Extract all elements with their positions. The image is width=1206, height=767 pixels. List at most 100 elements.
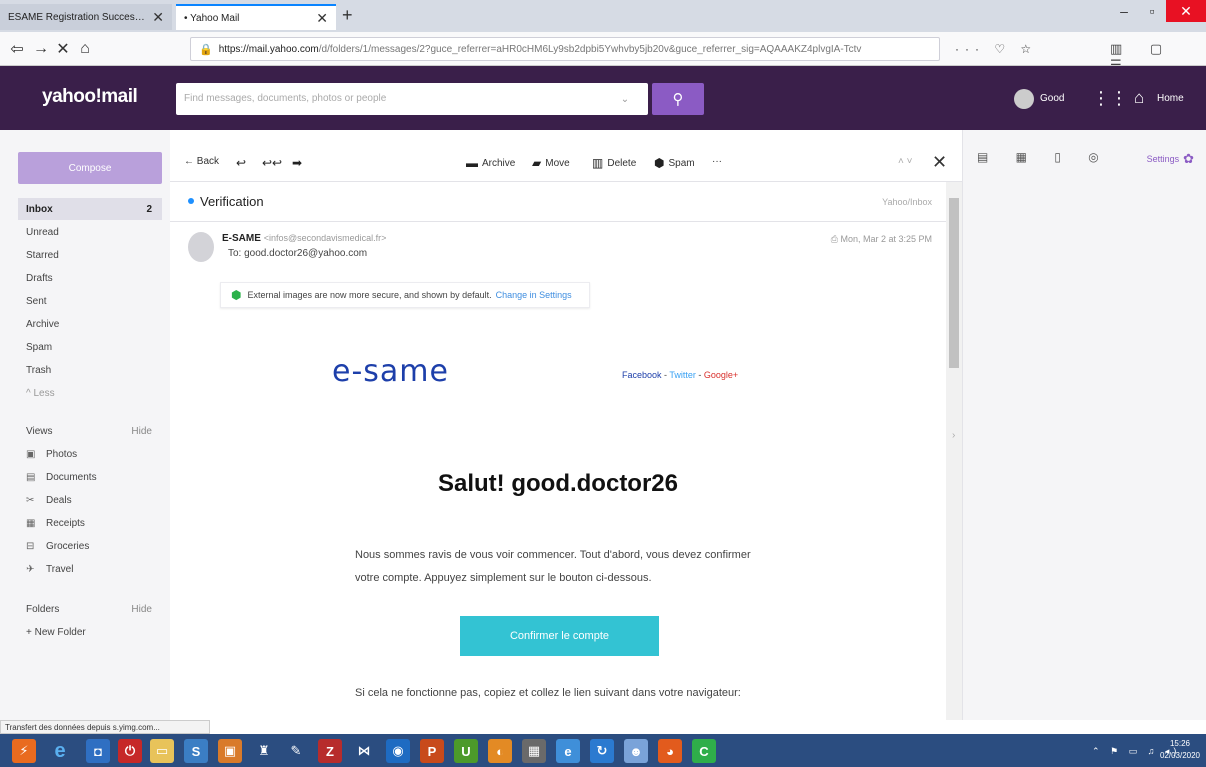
minimize-icon[interactable]: –: [1110, 0, 1138, 22]
close-tab-icon[interactable]: ✕: [316, 10, 328, 27]
network-app-icon[interactable]: ♜: [252, 739, 276, 763]
lock-icon: 🔒: [199, 43, 213, 56]
filezilla-icon[interactable]: Z: [318, 739, 342, 763]
sidebar-item-deals[interactable]: ✂ Deals: [18, 489, 162, 511]
sidebar-item-archive[interactable]: Archive: [18, 313, 162, 335]
change-settings-link[interactable]: Change in Settings: [496, 290, 572, 300]
url-bar[interactable]: 🔒 https://mail.yahoo.com /d/folders/1/me…: [190, 37, 940, 61]
edge-icon[interactable]: e: [556, 739, 580, 763]
archive-label: Archive: [482, 157, 516, 169]
apps-grid-icon[interactable]: ⋮⋮: [1092, 88, 1128, 109]
move-button[interactable]: ▰ Move: [532, 156, 570, 170]
close-tab-icon[interactable]: ✕: [152, 9, 164, 26]
stop-icon[interactable]: ✕: [52, 38, 74, 60]
basket-icon: ⊟: [26, 540, 35, 552]
user-name[interactable]: Good: [1040, 93, 1064, 104]
browser-tab-strip: ESAME Registration Successful ✕ • Yahoo …: [0, 0, 1206, 32]
sender-name: E-SAME: [222, 233, 261, 244]
calc-icon[interactable]: ▦: [522, 739, 546, 763]
message-toolbar: ← Back ↩ ↩↩ ➡ ▬ Archive ▰ Move ▥ Delete ⬢ Sp…: [170, 146, 962, 182]
scrollbar-thumb[interactable]: [949, 198, 959, 368]
new-tab-button[interactable]: +: [342, 5, 353, 26]
new-folder-button[interactable]: + New Folder: [18, 621, 162, 643]
sidebar-item-groceries[interactable]: ⊟ Groceries: [18, 535, 162, 557]
home-link[interactable]: Home: [1157, 93, 1184, 104]
p-app-icon[interactable]: P: [420, 739, 444, 763]
power-icon[interactable]: ⏻: [118, 739, 142, 763]
yahoo-mail-logo[interactable]: yahoo!mail: [42, 86, 138, 108]
folders-hide-link[interactable]: Hide: [131, 604, 152, 615]
sidebar-item-documents[interactable]: ▤ Documents: [18, 466, 162, 488]
settings-label: Settings: [1146, 154, 1180, 164]
avatar[interactable]: [1014, 89, 1034, 109]
browser-tab-esame[interactable]: ESAME Registration Successful ✕: [0, 4, 172, 30]
browser-tab-yahoo-mail[interactable]: • Yahoo Mail ✕: [176, 4, 336, 30]
archive-icon: ▬: [466, 156, 478, 170]
settings-button[interactable]: Settings ✿: [1147, 151, 1194, 167]
chevron-right-icon[interactable]: ›: [952, 430, 955, 441]
unread-dot-icon: [188, 198, 194, 204]
skype-icon[interactable]: S: [184, 739, 208, 763]
back-button[interactable]: ← Back: [184, 156, 219, 167]
clock[interactable]: 15:26 02/03/2020: [1158, 738, 1202, 762]
contacts-icon[interactable]: ▤ ▦ ▯ ◎: [977, 150, 1111, 164]
sidebar-item-starred[interactable]: Starred: [18, 244, 162, 266]
folder-icon: ▰: [532, 156, 542, 170]
search-button[interactable]: ⚲: [652, 83, 704, 115]
forward-icon[interactable]: ➡: [292, 156, 306, 170]
reply-all-icon[interactable]: ↩↩: [262, 156, 286, 170]
close-message-icon[interactable]: ✕: [932, 152, 947, 173]
sidebar-item-sent[interactable]: Sent: [18, 290, 162, 312]
home-icon[interactable]: ⌂: [1134, 88, 1144, 108]
firefox-icon[interactable]: ◕: [658, 739, 682, 763]
sidebar-item-receipts[interactable]: ▦ Receipts: [18, 512, 162, 534]
reply-icon[interactable]: ↩: [236, 156, 250, 170]
camtasia-icon[interactable]: C: [692, 739, 716, 763]
pen-app-icon[interactable]: ✎: [284, 739, 308, 763]
image-app-icon[interactable]: ▣: [218, 739, 242, 763]
move-label: Move: [545, 157, 570, 169]
prev-next-icon[interactable]: ˄ ˅: [898, 156, 912, 167]
chrome-icon[interactable]: ◐: [488, 739, 512, 763]
search-input[interactable]: Find messages, documents, photos or peop…: [176, 83, 648, 115]
email-fallback-text: Si cela ne fonctionne pas, copiez et col…: [355, 687, 741, 699]
start-icon[interactable]: ⚡: [12, 739, 36, 763]
sidebar-item-trash[interactable]: Trash: [18, 359, 162, 381]
maximize-icon[interactable]: ▫: [1138, 0, 1166, 22]
sidebar-item-spam[interactable]: Spam: [18, 336, 162, 358]
u-app-icon[interactable]: U: [454, 739, 478, 763]
forward-arrow-icon[interactable]: →: [30, 38, 52, 60]
google-link[interactable]: Google+: [704, 370, 738, 380]
delete-button[interactable]: ▥ Delete: [592, 156, 636, 170]
chevron-down-icon[interactable]: ⌄: [610, 84, 640, 114]
sidebar-item-drafts[interactable]: Drafts: [18, 267, 162, 289]
views-hide-link[interactable]: Hide: [131, 426, 152, 437]
twitter-link[interactable]: Twitter: [669, 370, 696, 380]
file-explorer-icon[interactable]: ▭: [150, 739, 174, 763]
compose-button[interactable]: Compose: [18, 152, 162, 184]
document-icon: ▤: [26, 471, 36, 483]
media-icon[interactable]: ◉: [386, 739, 410, 763]
confirm-account-button[interactable]: Confirmer le compte: [460, 616, 659, 656]
spam-button[interactable]: ⬢ Spam: [654, 156, 695, 170]
archive-button[interactable]: ▬ Archive: [466, 156, 515, 170]
avatar: [188, 232, 214, 262]
visual-studio-icon[interactable]: ⋈: [352, 739, 376, 763]
sidebar-item-photos[interactable]: ▣ Photos: [18, 443, 162, 465]
app-icon[interactable]: ◘: [86, 739, 110, 763]
sidebar-item-inbox[interactable]: Inbox 2: [18, 198, 162, 220]
back-arrow-icon[interactable]: ⇦: [6, 38, 28, 60]
facebook-link[interactable]: Facebook: [622, 370, 662, 380]
sidebar-item-unread[interactable]: Unread: [18, 221, 162, 243]
ie-icon[interactable]: e: [48, 739, 72, 763]
sync-icon[interactable]: ↻: [590, 739, 614, 763]
sender[interactable]: E-SAME <infos@secondavismedical.fr>: [222, 233, 386, 244]
page-actions-icon[interactable]: ··· ♡ ☆: [955, 42, 1037, 56]
sidebar-less-toggle[interactable]: ^ Less: [18, 382, 162, 404]
users-icon[interactable]: ☻: [624, 739, 648, 763]
sidebar-item-travel[interactable]: ✈ Travel: [18, 558, 162, 580]
close-window-icon[interactable]: ✕: [1166, 0, 1206, 22]
more-button[interactable]: ···: [712, 156, 722, 167]
print-icon[interactable]: ⎙: [831, 234, 841, 244]
home-icon[interactable]: ⌂: [74, 38, 96, 60]
